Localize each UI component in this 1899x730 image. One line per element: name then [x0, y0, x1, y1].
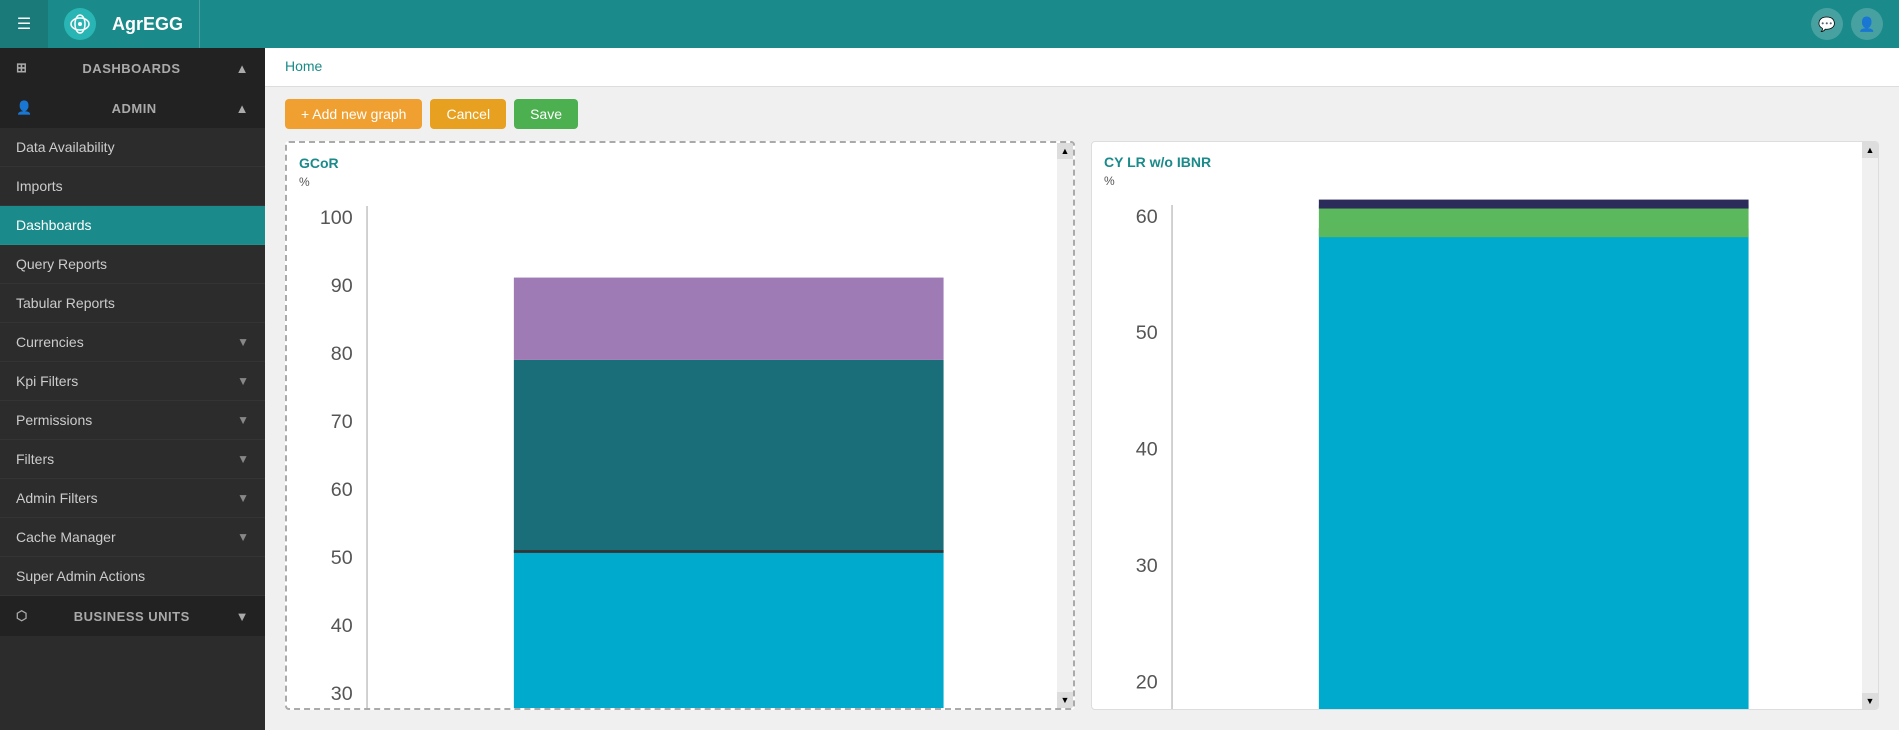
admin-filters-label: Admin Filters	[16, 490, 98, 506]
content-area: Home + Add new graph Cancel Save ▲ ▼ GCo…	[265, 48, 1899, 730]
hamburger-icon: ☰	[17, 14, 31, 34]
svg-text:40: 40	[331, 615, 353, 637]
top-nav: ☰ AgrEGG 💬 👤	[0, 0, 1899, 48]
svg-text:20: 20	[1136, 671, 1158, 693]
currencies-chevron: ▼	[237, 335, 249, 349]
business-units-icon: ⬡	[16, 608, 28, 624]
svg-text:80: 80	[331, 343, 353, 365]
chart-gcor-svg: 100 90 80 70 60 50 40 30 20 10 0 -10	[299, 197, 1051, 708]
business-units-chevron: ▼	[236, 609, 249, 624]
chart-cy-ylabel: %	[1104, 174, 1856, 188]
svg-text:50: 50	[1136, 322, 1158, 344]
bar-gcor-purple	[514, 278, 944, 360]
tabular-reports-label: Tabular Reports	[16, 295, 115, 311]
chart-cy-area: CY LR w/o IBNR % 60 50 40 30 20 10	[1092, 142, 1878, 709]
sidebar-item-dashboards[interactable]: Dashboards	[0, 206, 265, 245]
dashboards-label: Dashboards	[16, 217, 92, 233]
charts-container: ▲ ▼ GCoR % 100 90 80 70 60 50	[265, 141, 1899, 730]
admin-section-label: ADMIN	[112, 101, 157, 116]
logo-icon	[64, 8, 96, 40]
chart-cy-lr: ▲ ▼ CY LR w/o IBNR % 60 50 40 30	[1091, 141, 1879, 710]
chart-cy-title: CY LR w/o IBNR	[1104, 154, 1856, 170]
super-admin-actions-label: Super Admin Actions	[16, 568, 145, 584]
logo-area: AgrEGG	[48, 0, 200, 48]
admin-section-chevron: ▲	[236, 101, 249, 116]
svg-text:30: 30	[331, 683, 353, 705]
notification-icon: 💬	[1818, 16, 1835, 33]
toolbar: + Add new graph Cancel Save	[265, 87, 1899, 141]
kpi-filters-label: Kpi Filters	[16, 373, 78, 389]
bar-cy-green	[1319, 205, 1749, 237]
currencies-label: Currencies	[16, 334, 84, 350]
dashboards-section-icon: ⊞	[16, 60, 27, 76]
notifications-button[interactable]: 💬	[1811, 8, 1843, 40]
user-icon: 👤	[1858, 16, 1875, 33]
chart-gcor-scroll-down[interactable]: ▼	[1057, 692, 1073, 708]
svg-text:60: 60	[331, 479, 353, 501]
sidebar-item-imports[interactable]: Imports	[0, 167, 265, 206]
chart-cy-scroll-up[interactable]: ▲	[1862, 142, 1878, 158]
bar-cy-navy	[1319, 200, 1749, 209]
breadcrumb-home[interactable]: Home	[285, 58, 322, 74]
data-availability-label: Data Availability	[16, 139, 115, 155]
svg-text:90: 90	[331, 275, 353, 297]
svg-text:70: 70	[331, 411, 353, 433]
sidebar-item-query-reports[interactable]: Query Reports	[0, 245, 265, 284]
filters-label: Filters	[16, 451, 54, 467]
dashboards-section-label: DASHBOARDS	[82, 61, 180, 76]
hamburger-button[interactable]: ☰	[0, 0, 48, 48]
main-layout: ⊞ DASHBOARDS ▲ 👤 ADMIN ▲ Data Availabili…	[0, 48, 1899, 730]
cache-manager-chevron: ▼	[237, 530, 249, 544]
imports-label: Imports	[16, 178, 63, 194]
kpi-filters-chevron: ▼	[237, 374, 249, 388]
sidebar-section-admin[interactable]: 👤 ADMIN ▲	[0, 88, 265, 128]
dashboards-section-chevron: ▲	[236, 61, 249, 76]
chart-cy-svg: 60 50 40 30 20 10	[1104, 196, 1856, 709]
admin-filters-chevron: ▼	[237, 491, 249, 505]
save-button[interactable]: Save	[514, 99, 578, 129]
sidebar-item-permissions[interactable]: Permissions ▼	[0, 401, 265, 440]
filters-chevron: ▼	[237, 452, 249, 466]
sidebar-item-cache-manager[interactable]: Cache Manager ▼	[0, 518, 265, 557]
cancel-button[interactable]: Cancel	[430, 99, 506, 129]
cache-manager-label: Cache Manager	[16, 529, 116, 545]
sidebar-item-data-availability[interactable]: Data Availability	[0, 128, 265, 167]
admin-section-icon: 👤	[16, 100, 33, 116]
add-graph-button[interactable]: + Add new graph	[285, 99, 422, 129]
bar-cy-teal	[1319, 228, 1749, 709]
sidebar-item-super-admin-actions[interactable]: Super Admin Actions	[0, 557, 265, 596]
svg-text:40: 40	[1136, 439, 1158, 461]
app-title: AgrEGG	[104, 14, 183, 35]
chart-cy-scroll-down[interactable]: ▼	[1862, 693, 1878, 709]
chart-gcor-ylabel: %	[299, 175, 1051, 189]
business-units-label: BUSINESS UNITS	[74, 609, 190, 624]
svg-text:100: 100	[320, 207, 353, 229]
permissions-chevron: ▼	[237, 413, 249, 427]
sidebar-item-admin-filters[interactable]: Admin Filters ▼	[0, 479, 265, 518]
chart-gcor: ▲ ▼ GCoR % 100 90 80 70 60 50	[285, 141, 1075, 710]
sidebar: ⊞ DASHBOARDS ▲ 👤 ADMIN ▲ Data Availabili…	[0, 48, 265, 730]
chart-gcor-scroll-up[interactable]: ▲	[1057, 143, 1073, 159]
user-menu-button[interactable]: 👤	[1851, 8, 1883, 40]
sidebar-item-tabular-reports[interactable]: Tabular Reports	[0, 284, 265, 323]
svg-text:50: 50	[331, 547, 353, 569]
svg-text:60: 60	[1136, 206, 1158, 228]
chart-gcor-area: GCoR % 100 90 80 70 60 50 40 30 20	[287, 143, 1073, 708]
sidebar-item-currencies[interactable]: Currencies ▼	[0, 323, 265, 362]
sidebar-item-kpi-filters[interactable]: Kpi Filters ▼	[0, 362, 265, 401]
permissions-label: Permissions	[16, 412, 92, 428]
sidebar-section-dashboards[interactable]: ⊞ DASHBOARDS ▲	[0, 48, 265, 88]
svg-text:30: 30	[1136, 555, 1158, 577]
breadcrumb: Home	[265, 48, 1899, 87]
sidebar-section-business-units[interactable]: ⬡ BUSINESS UNITS ▼	[0, 596, 265, 636]
top-nav-icons: 💬 👤	[1811, 8, 1899, 40]
chart-gcor-title: GCoR	[299, 155, 1051, 171]
sidebar-item-filters[interactable]: Filters ▼	[0, 440, 265, 479]
bar-gcor-dark-teal	[514, 360, 944, 552]
query-reports-label: Query Reports	[16, 256, 107, 272]
bar-gcor-teal	[514, 552, 944, 708]
